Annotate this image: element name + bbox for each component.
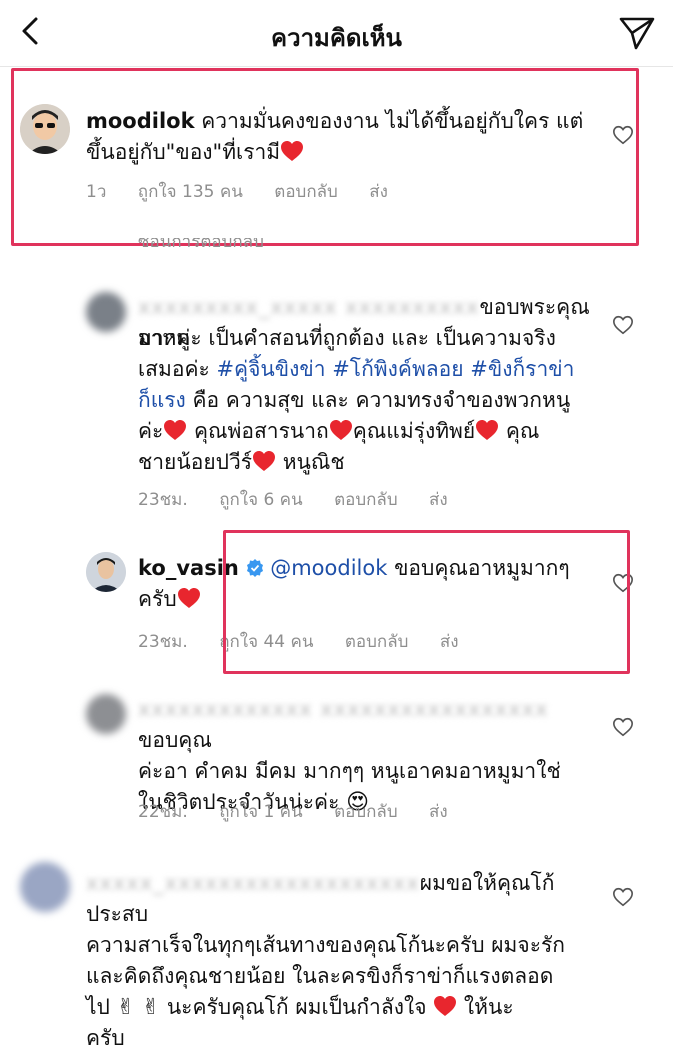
avatar[interactable] — [20, 862, 70, 912]
comment-time: 1ว — [86, 182, 107, 202]
red-heart-emoji — [163, 419, 187, 441]
red-heart-emoji — [329, 419, 353, 441]
comment-time: 23ชม. — [138, 490, 188, 510]
send-button[interactable]: ส่ง — [440, 632, 459, 652]
comment-meta: 23ชม. ถูกใจ 6 คน ตอบกลับ ส่ง — [138, 486, 474, 513]
comment-username[interactable]: xxxxx_xxxxxxxxxxxxxxxxxxx — [86, 868, 420, 899]
red-heart-emoji — [177, 587, 201, 609]
comment-body: ครับ — [138, 587, 177, 611]
avatar[interactable] — [86, 292, 126, 332]
comment-body: ไป — [86, 995, 110, 1019]
reply-button[interactable]: ตอบกลับ — [345, 632, 409, 652]
comment-meta: 22ชม. ถูกใจ 1 คน ตอบกลับ ส่ง — [138, 798, 474, 825]
reply-button[interactable]: ตอบกลับ — [274, 182, 338, 202]
top-bar: ความคิดเห็น — [0, 0, 673, 67]
comment-time: 22ชม. — [138, 802, 188, 822]
verified-badge-icon — [246, 559, 263, 577]
reply-button[interactable]: ตอบกลับ — [334, 490, 398, 510]
comment-body: ชายน้อยปวีร์ — [138, 450, 253, 474]
victory-hand-emoji: ✌ — [141, 995, 161, 1020]
comment-body: คุณ — [499, 419, 540, 443]
comment-body: ความสาเร็จในทุกๆเส้นทางของคุณโก้นะครับ ผ… — [86, 933, 565, 957]
comment-text: moodilok ความมั่นคงของงาน ไม่ได้ขึ้นอยู่… — [86, 106, 596, 168]
comment-body: และคิดถึงคุณชายน้อย ในละครขิงก็ราข่าก็แร… — [86, 964, 554, 988]
send-button[interactable]: ส่ง — [429, 802, 448, 822]
comment-body: ให้นะ — [457, 995, 514, 1019]
red-heart-emoji — [252, 450, 276, 472]
hashtag-link[interactable]: #คู่จิ้นขิงข่า — [216, 357, 325, 381]
comment-meta: 1ว ถูกใจ 135 คน ตอบกลับ ส่ง — [86, 178, 414, 205]
comment-likes[interactable]: ถูกใจ 44 คน — [219, 632, 313, 652]
hashtag-link[interactable]: #โก้พิงค์พลอย — [332, 357, 463, 381]
comment-body: มากค่ะ เป็นคำสอนที่ถูกต้อง และ เป็นความจ… — [138, 326, 556, 350]
comment-body: ค่ะอา คำคม มีคม มากๆๆ หนูเอาคมอาหมูมาใช่ — [138, 759, 561, 783]
red-heart-emoji — [433, 995, 457, 1017]
mention-link[interactable]: @moodilok — [270, 556, 387, 580]
avatar[interactable] — [86, 694, 126, 734]
comment-likes[interactable]: ถูกใจ 135 คน — [138, 182, 243, 202]
comment-body: คุณแม่รุ่งทิพย์ — [352, 419, 476, 443]
comment-time: 23ชม. — [138, 632, 188, 652]
comment-username[interactable]: xxxxxxxxx_xxxxx xxxxxxxxxx — [138, 292, 479, 323]
comment-username[interactable]: ko_vasin — [138, 556, 239, 580]
avatar[interactable] — [86, 552, 126, 592]
page-title: ความคิดเห็น — [271, 24, 402, 52]
comment-username[interactable]: xxxxxxxxxxxxx xxxxxxxxxxxxxxxxx — [138, 694, 549, 725]
send-button[interactable]: ส่ง — [429, 490, 448, 510]
red-heart-emoji — [280, 140, 304, 162]
hashtag-link[interactable]: ก็แรง — [138, 388, 186, 412]
reply-button[interactable]: ตอบกลับ — [334, 802, 398, 822]
comment-body: ขอบคุณอาหมูมากๆ — [387, 556, 570, 580]
comment-body: เสมอค่ะ — [138, 357, 217, 381]
hide-replies-link[interactable]: ซ่อนการตอบกลับ — [138, 238, 288, 248]
like-heart-icon[interactable] — [612, 886, 634, 908]
comment-likes[interactable]: ถูกใจ 6 คน — [219, 490, 302, 510]
comment-body: คือ ความสุข และ ความทรงจำของพวกหนู — [185, 388, 571, 412]
like-heart-icon[interactable] — [612, 572, 634, 594]
comment-body: ครับ — [86, 1026, 125, 1050]
send-button[interactable]: ส่ง — [369, 182, 388, 202]
comment-text: ko_vasin @moodilok ขอบคุณอาหมูมากๆ ครับ — [138, 553, 608, 615]
comment-body: คุณพ่อสารนาถ — [187, 419, 329, 443]
comment-body: นะครับคุณโก้ ผมเป็นกำลังใจ — [160, 995, 427, 1019]
comment-body: หนูณิช — [276, 450, 345, 474]
avatar[interactable] — [20, 104, 70, 154]
like-heart-icon[interactable] — [612, 314, 634, 336]
comment-body: ค่ะ — [138, 419, 164, 443]
direct-message-icon[interactable] — [617, 12, 657, 52]
hashtag-link[interactable]: #ขิงก็ราข่า — [470, 357, 574, 381]
comment-text: มากค่ะ เป็นคำสอนที่ถูกต้อง และ เป็นความจ… — [138, 323, 608, 478]
comment-meta: 23ชม. ถูกใจ 44 คน ตอบกลับ ส่ง — [138, 628, 485, 655]
victory-hand-emoji: ✌ — [116, 995, 136, 1020]
red-heart-emoji — [475, 419, 499, 441]
comment-likes[interactable]: ถูกใจ 1 คน — [219, 802, 302, 822]
like-heart-icon[interactable] — [612, 716, 634, 738]
like-heart-icon[interactable] — [612, 124, 634, 146]
comment-text: xxxxx_xxxxxxxxxxxxxxxxxxxผมขอให้คุณโก้ ป… — [86, 868, 606, 1054]
comment-body: ขอบคุณ — [138, 728, 212, 752]
comment-username[interactable]: moodilok — [86, 109, 195, 133]
